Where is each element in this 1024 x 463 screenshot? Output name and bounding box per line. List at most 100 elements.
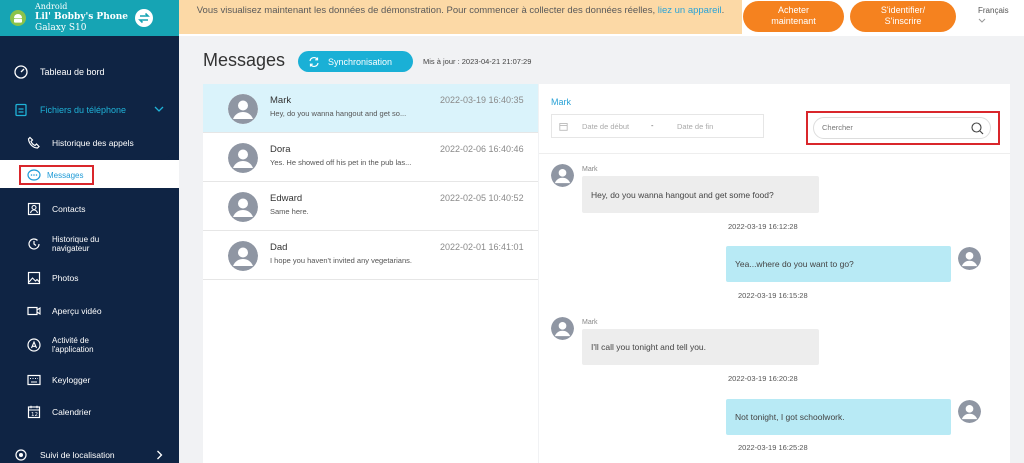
android-icon	[10, 10, 26, 26]
sidebar-item-location[interactable]: Suivi de localisation	[14, 446, 174, 463]
message-sender: Mark	[582, 319, 598, 326]
app-store-icon	[27, 338, 41, 352]
login-label-line: S'inscrire	[884, 16, 922, 26]
keyboard-icon	[27, 374, 41, 386]
message-preview: Same here.	[270, 207, 309, 216]
sidebar-item-label: Messages	[47, 170, 84, 180]
login-signup-button[interactable]: S'identifier/S'inscrire	[850, 1, 956, 32]
device-name: Lil' Bobby's Phone	[35, 12, 129, 22]
contacts-icon	[27, 202, 41, 216]
sidebar-item-contacts[interactable]: Contacts	[27, 200, 167, 218]
sidebar-item-photos[interactable]: Photos	[27, 269, 167, 287]
message-date: 2022-03-19 16:40:35	[440, 95, 524, 105]
language-select[interactable]: Français	[978, 6, 1009, 23]
message-preview: Yes. He showed off his pet in the pub la…	[270, 158, 412, 167]
avatar	[551, 164, 574, 187]
start-date-input[interactable]: Date de début	[582, 122, 629, 131]
avatar	[958, 247, 981, 270]
search-icon[interactable]	[971, 122, 984, 135]
incoming-message: Hey, do you wanna hangout and get some f…	[582, 176, 819, 213]
chevron-down-icon	[978, 18, 986, 23]
phone-icon	[27, 136, 40, 149]
end-date-input[interactable]: Date de fin	[677, 122, 713, 131]
sidebar-item-label-line: navigateur	[52, 244, 90, 253]
search-placeholder: Chercher	[822, 123, 853, 132]
sidebar-item-messages[interactable]: Messages	[19, 165, 94, 185]
sync-label: Synchronisation	[328, 56, 393, 67]
contact-name: Dora	[270, 144, 291, 155]
avatar	[228, 192, 258, 222]
search-input[interactable]: Chercher	[813, 117, 991, 139]
demo-notice-end: .	[721, 5, 725, 16]
sidebar-item-label: Keylogger	[52, 375, 91, 385]
chat-panel: Mark Date de début - Date de fin Cherche…	[539, 84, 1010, 463]
device-header[interactable]: Android Lil' Bobby's Phone Galaxy S10	[0, 0, 179, 36]
sidebar-item-phone-files[interactable]: Fichiers du téléphone	[14, 101, 174, 119]
message-timestamp: 2022-03-19 16:15:28	[738, 291, 808, 300]
conversation-row[interactable]: Dad I hope you haven't invited any veget…	[203, 231, 538, 280]
outgoing-message: Not tonight, I got schoolwork.	[726, 399, 951, 435]
sync-button[interactable]: Synchronisation	[298, 51, 413, 72]
sidebar-item-keylogger[interactable]: Keylogger	[27, 371, 167, 389]
sidebar-item-calendar[interactable]: 12 Calendrier	[27, 403, 167, 421]
conversation-row[interactable]: Edward Same here. 2022-02-05 10:40:52	[203, 182, 538, 231]
buy-now-label-line: maintenant	[771, 16, 816, 26]
page-title: Messages	[203, 50, 286, 70]
sidebar-item-app-activity[interactable]: Activité de l'application	[27, 334, 167, 356]
sidebar-item-label: Suivi de localisation	[40, 450, 115, 460]
last-updated: Mis à jour : 2023-04-21 21:07:29	[423, 57, 532, 66]
history-icon	[28, 238, 40, 250]
message-timestamp: 2022-03-19 16:12:28	[728, 222, 798, 231]
sidebar-item-label-line: l'application	[52, 345, 94, 354]
message-timestamp: 2022-03-19 16:20:28	[728, 374, 798, 383]
sidebar-item-label: Aperçu vidéo	[52, 306, 102, 316]
link-device-link[interactable]: liez un appareil	[658, 5, 722, 16]
sidebar-item-label: Calendrier	[52, 407, 92, 417]
demo-notice-text: Vous visualisez maintenant les données d…	[196, 5, 656, 16]
gauge-icon	[14, 65, 28, 79]
language-label: Français	[978, 6, 1009, 15]
conversation-row[interactable]: Mark Hey, do you wanna hangout and get s…	[203, 84, 538, 133]
image-icon	[27, 271, 41, 285]
avatar	[228, 94, 258, 124]
sidebar-item-label: Fichiers du téléphone	[40, 105, 127, 115]
files-icon	[15, 103, 27, 117]
date-separator: -	[651, 121, 654, 130]
conversation-list: Mark Hey, do you wanna hangout and get s…	[203, 84, 538, 463]
conversation-row[interactable]: Dora Yes. He showed off his pet in the p…	[203, 133, 538, 182]
avatar	[228, 241, 258, 271]
message-preview: Hey, do you wanna hangout and get so...	[270, 109, 407, 118]
sidebar-item-browser-history[interactable]: Historique du navigateur	[27, 233, 167, 255]
message-date: 2022-02-05 10:40:52	[440, 193, 524, 203]
location-target-icon	[15, 449, 27, 461]
chat-contact-name: Mark	[551, 97, 571, 107]
sidebar-item-label-line: Historique du	[52, 235, 100, 244]
divider	[539, 153, 1010, 154]
message-timestamp: 2022-03-19 16:25:28	[738, 443, 808, 452]
avatar	[228, 143, 258, 173]
contact-name: Edward	[270, 193, 303, 204]
sidebar-item-label: Photos	[52, 273, 79, 283]
switch-device-icon[interactable]	[135, 9, 153, 27]
video-icon	[27, 306, 41, 316]
outgoing-message: Yea...where do you want to go?	[726, 246, 951, 282]
date-range-picker[interactable]: Date de début - Date de fin	[551, 114, 764, 138]
calendar-icon: 12	[27, 405, 41, 419]
chat-bubble-icon	[27, 168, 41, 181]
buy-now-button[interactable]: Acheter maintenant	[743, 1, 844, 32]
sidebar-item-label: Activité de l'application	[52, 336, 94, 354]
chevron-down-icon	[154, 106, 164, 112]
sidebar-item-video-preview[interactable]: Aperçu vidéo	[27, 302, 167, 320]
incoming-message: I'll call you tonight and tell you.	[582, 329, 819, 365]
sidebar-item-label: Historique du navigateur	[52, 235, 99, 253]
chevron-right-icon	[157, 450, 163, 460]
avatar	[958, 400, 981, 423]
sidebar: Android Lil' Bobby's Phone Galaxy S10 Ta…	[0, 0, 179, 463]
message-preview: I hope you haven't invited any vegetaria…	[270, 256, 412, 265]
login-label-line: S'identifier/	[880, 5, 926, 15]
contact-name: Mark	[270, 95, 292, 106]
sidebar-item-dashboard[interactable]: Tableau de bord	[14, 63, 174, 81]
sidebar-item-call-history[interactable]: Historique des appels	[27, 134, 167, 152]
demo-notice: Vous visualisez maintenant les données d…	[179, 0, 742, 34]
message-date: 2022-02-06 16:40:46	[440, 144, 524, 154]
